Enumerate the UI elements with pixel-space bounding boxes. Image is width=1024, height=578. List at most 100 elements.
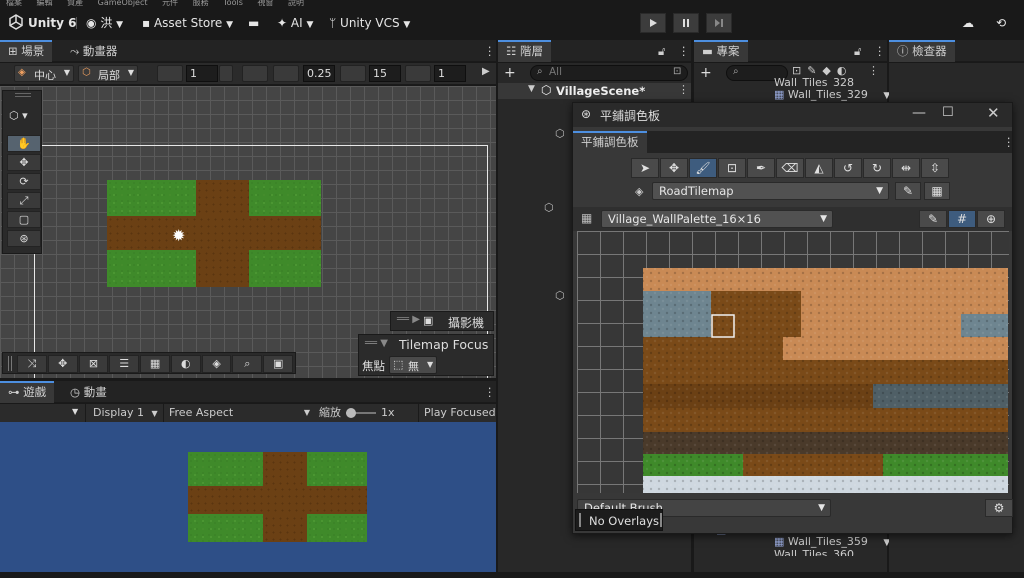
box-fill-icon[interactable]: ⊡ [718,158,746,178]
space-dropdown[interactable]: ⬡ 局部 ▼ [78,65,138,82]
maximize-icon[interactable]: ☐ [942,105,954,120]
eraser-tool-icon[interactable]: ⌫ [776,158,804,178]
tab-inspector[interactable]: ⓘ 檢查器 [889,40,955,62]
drag-handle-icon[interactable] [8,356,12,371]
project-item[interactable]: Wall_Tiles_360 [774,548,854,556]
grid-size-field[interactable]: 1 [186,65,218,82]
display-dropdown[interactable]: Display 1 ▼ [85,404,161,422]
scene-row[interactable]: ▼ ⬡ VillageScene* ⋮ [498,83,691,99]
select-tool-icon[interactable]: ➤ [631,158,659,178]
chevron-down-icon[interactable] [219,65,233,82]
menu-item[interactable]: 檔案 [6,0,37,7]
add-icon[interactable]: + [504,65,516,81]
gizmos-icon[interactable]: ⊕ [977,210,1005,228]
move-snap-field[interactable]: 0.25 [303,65,335,82]
overlay-menu[interactable]: No Overlays [575,509,663,531]
play-button[interactable] [640,13,666,33]
increment-snap-icon[interactable] [273,65,299,82]
rotate-snap-icon[interactable] [340,65,366,82]
hierarchy-search-input[interactable]: ⌕ All ⊡ [530,65,688,81]
palette-dropdown[interactable]: Village_WallPalette_16×16 ▼ [601,210,833,228]
rotate-cw-icon[interactable]: ↻ [863,158,891,178]
more-options-icon[interactable]: ⋮ [868,64,879,77]
menu-item[interactable]: Tools [223,0,257,7]
box-icon[interactable]: ⊠ [78,355,109,373]
tool-mode-dropdown-icon[interactable]: ⬡ ▾ [9,109,28,122]
fill-tool-icon[interactable]: ◭ [805,158,833,178]
ai-button[interactable]: ✦ AI ▼ [277,12,313,34]
play-focused-dropdown[interactable]: Play Focused [418,404,496,422]
grid-hash-icon[interactable]: ▦ [140,355,170,373]
project-item[interactable]: ▦ Wall_Tiles_359 ▼ [774,535,890,548]
grid-snap-icon[interactable] [157,65,183,82]
menu-item[interactable]: 資產 [67,0,98,7]
picker-tool-icon[interactable]: ✒ [747,158,775,178]
tilemap-focus-icon[interactable]: ✎ [895,182,921,200]
brush-tool-icon[interactable]: 🖌︎ [689,158,717,178]
chevron-down-icon[interactable]: ▼ [72,407,78,416]
layers-icon[interactable]: ◈ [201,355,232,373]
move-tool-icon[interactable]: ✥ [660,158,688,178]
account-button[interactable]: ◉ 洪 ▼ [86,12,123,34]
scale-slider-thumb[interactable] [346,408,356,418]
history-icon[interactable]: ⟲ [996,12,1006,34]
palette-settings-icon[interactable]: ▦ [924,182,950,200]
project-item[interactable]: Wall_Tiles_328 [774,76,854,86]
step-button[interactable] [706,13,732,33]
move-icon[interactable]: ✥ [47,355,78,373]
aspect-dropdown[interactable]: Free Aspect ▼ [163,404,313,422]
scene-view[interactable]: ✹ ⬡ ▾ ✋ ✥ ⟳ ⤢ ▢ ⊛ ══ ▶ ▣ 攝影機 ══ ▼ Tilema… [0,86,496,378]
search-icon[interactable]: ⌕ [232,355,263,373]
drag-handle-icon[interactable]: ══ ▼ [365,338,388,349]
search-filter-icon[interactable]: ⊡ [673,66,681,77]
minimize-icon[interactable]: — [912,105,926,121]
rotate-ccw-icon[interactable]: ↺ [834,158,862,178]
menu-item[interactable]: 說明 [288,0,304,7]
scale-snap-icon[interactable] [405,65,431,82]
move-tool-icon[interactable]: ✥ [7,154,41,171]
tab-tile-palette[interactable]: 平鋪調色板 [573,131,647,153]
unity-version-label[interactable]: Unity 6 [28,12,77,34]
project-item[interactable]: ▦ Wall_Tiles_329 ▼ [774,88,890,101]
menu-items[interactable]: 檔案 編輯 資產 GameObject 元件 服務 Tools 視窗 說明 [6,0,304,8]
scale-snap-field[interactable]: 1 [434,65,466,82]
scale-tool-icon[interactable]: ⤢ [7,192,41,209]
pause-button[interactable] [673,13,699,33]
tab-project[interactable]: ▬ 專案 [694,40,748,62]
close-icon[interactable]: ✕ [987,104,1000,122]
tab-animation[interactable]: ◷ 動畫 [62,381,115,403]
flip-y-icon[interactable]: ⇳ [921,158,949,178]
active-tilemap-dropdown[interactable]: RoadTilemap ▼ [652,182,889,200]
asset-store-button[interactable]: ▪ Asset Store ▼ [142,12,233,34]
move-snap-icon[interactable] [242,65,268,82]
drag-handle-icon[interactable] [15,93,31,97]
edit-palette-icon[interactable]: ✎ [919,210,947,228]
sphere-icon[interactable]: ◐ [170,355,201,373]
vcs-button[interactable]: ᛘ Unity VCS ▼ [329,12,410,34]
menu-item[interactable]: 視窗 [257,0,288,7]
align-icon[interactable]: ☰ [109,355,140,373]
game-view[interactable] [0,422,496,572]
focus-dropdown[interactable]: ⬚ 無 ▼ [389,356,437,374]
camera-icon[interactable]: ▣ [263,355,294,373]
more-options-icon[interactable]: ⋮ [678,83,689,96]
add-icon[interactable]: + [700,65,712,81]
hand-tool-icon[interactable]: ✋ [7,135,41,152]
rotate-snap-field[interactable]: 15 [369,65,401,82]
rotate-tool-icon[interactable]: ⟳ [7,173,41,190]
cloud-icon[interactable]: ☁ [962,12,974,34]
menu-item[interactable]: GameObject [98,0,162,7]
transform-tool-icon[interactable]: ⊛ [7,230,41,247]
brush-settings-icon[interactable]: ⚙ [985,499,1013,517]
tab-game[interactable]: ⊶ 遊戲 [0,381,55,403]
window-titlebar[interactable]: ⊛ 平鋪調色板 — ☐ ✕ [573,103,1012,127]
menu-item[interactable]: 編輯 [37,0,68,7]
pivot-dropdown[interactable]: ◈ 中心 ▼ [14,65,74,82]
palette-grid[interactable] [577,231,1009,493]
menu-item[interactable]: 服務 [193,0,224,7]
more-options-icon[interactable]: ⋮ [995,131,1023,153]
package-manager-icon[interactable]: ▬ [248,12,259,34]
shuffle-icon[interactable]: ⤨ [17,355,47,373]
tab-animator[interactable]: ⤳ 動畫器 [62,40,125,62]
tab-scene[interactable]: ⊞ 場景 [0,40,53,62]
